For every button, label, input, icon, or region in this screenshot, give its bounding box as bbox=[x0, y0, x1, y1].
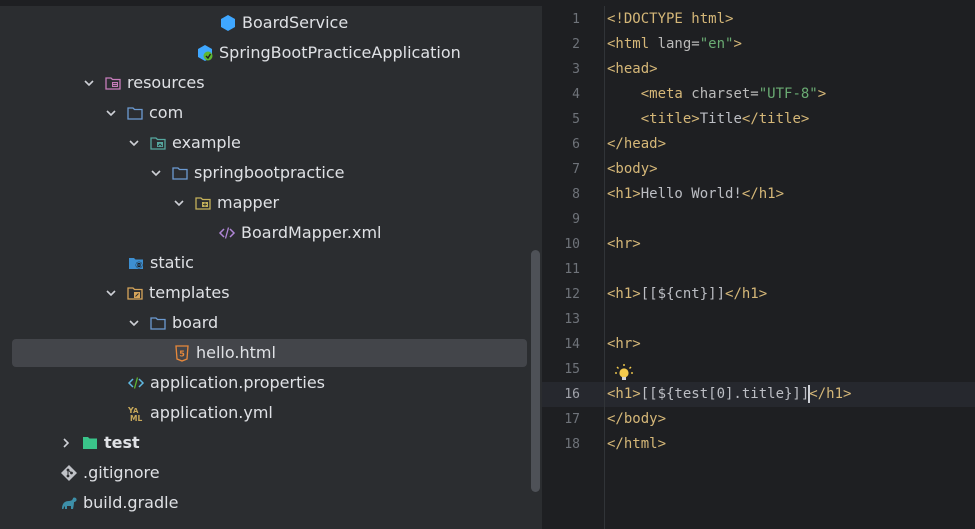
line-number: 8 bbox=[572, 187, 580, 202]
line-number-current: 16 bbox=[564, 387, 580, 402]
properties-file-icon bbox=[127, 374, 145, 392]
code-line-14[interactable]: <hr> bbox=[607, 332, 975, 357]
spring-service-icon bbox=[219, 14, 237, 32]
line-number: 10 bbox=[564, 237, 580, 252]
line-number: 9 bbox=[572, 212, 580, 227]
line-number: 14 bbox=[564, 337, 580, 352]
line-number: 5 bbox=[572, 112, 580, 127]
tree-item-spring-boot-app[interactable]: SpringBootPracticeApplication bbox=[0, 38, 530, 68]
tree-item-static[interactable]: static bbox=[0, 248, 530, 278]
tree-item-application-properties[interactable]: application.properties bbox=[0, 368, 530, 398]
tree-item-gitignore[interactable]: .gitignore bbox=[0, 458, 530, 488]
code-line-2[interactable]: <html lang="en"> bbox=[607, 32, 975, 57]
chevron-down-icon[interactable] bbox=[127, 316, 141, 330]
tree-item-springbootpractice[interactable]: springbootpractice bbox=[0, 158, 530, 188]
line-number: 6 bbox=[572, 137, 580, 152]
tree-item-build-gradle[interactable]: build.gradle bbox=[0, 488, 530, 518]
line-number: 12 bbox=[564, 287, 580, 302]
code-editor[interactable]: 1 2 3 4 5 6 7 8 9 10 11 12 13 14 15 16 1… bbox=[542, 6, 975, 529]
code-line-4[interactable]: <meta charset="UTF-8"> bbox=[607, 82, 975, 107]
line-number: 17 bbox=[564, 412, 580, 427]
chevron-down-icon[interactable] bbox=[172, 196, 186, 210]
code-line-6[interactable]: </head> bbox=[607, 132, 975, 157]
line-number: 15 bbox=[564, 362, 580, 377]
tree-item-example[interactable]: example bbox=[0, 128, 530, 158]
web-folder-icon bbox=[127, 254, 145, 272]
line-number: 7 bbox=[572, 162, 580, 177]
folder-icon bbox=[171, 164, 189, 182]
code-line-3[interactable]: <head> bbox=[607, 57, 975, 82]
chevron-down-icon[interactable] bbox=[127, 136, 141, 150]
code-line-8[interactable]: <h1>Hello World!</h1> bbox=[607, 182, 975, 207]
line-number: 3 bbox=[572, 62, 580, 77]
line-number: 11 bbox=[564, 262, 580, 277]
mapper-folder-icon bbox=[194, 194, 212, 212]
templates-folder-icon bbox=[126, 284, 144, 302]
yaml-file-icon: Y A ML bbox=[127, 404, 145, 422]
tree-item-templates[interactable]: templates bbox=[0, 278, 530, 308]
test-folder-icon bbox=[81, 434, 99, 452]
gutter-separator bbox=[604, 6, 605, 529]
code-line-17[interactable]: </body> bbox=[607, 407, 975, 432]
tree-item-hello-html[interactable]: 5 hello.html bbox=[0, 338, 530, 368]
code-line-12[interactable]: <h1>[[${cnt}]]</h1> bbox=[607, 282, 975, 307]
tree-item-com[interactable]: com bbox=[0, 98, 530, 128]
tree-item-board-mapper-xml[interactable]: BoardMapper.xml bbox=[0, 218, 530, 248]
tree-item-test[interactable]: test bbox=[0, 428, 530, 458]
resources-folder-icon bbox=[104, 74, 122, 92]
project-tree: BoardService SpringBootPracticeApplicati… bbox=[0, 6, 530, 529]
code-line-5[interactable]: <title>Title</title> bbox=[607, 107, 975, 132]
tree-item-cutoff bbox=[60, 520, 120, 529]
package-folder-icon bbox=[126, 104, 144, 122]
folder-icon bbox=[149, 314, 167, 332]
tree-item-board-service[interactable]: BoardService bbox=[0, 8, 530, 38]
line-number: 4 bbox=[572, 87, 580, 102]
tree-item-application-yml[interactable]: Y A ML application.yml bbox=[0, 398, 530, 428]
code-line-1[interactable]: <!DOCTYPE html> bbox=[607, 7, 975, 32]
svg-text:ML: ML bbox=[130, 414, 142, 422]
line-number: 2 bbox=[572, 37, 580, 52]
html5-file-icon: 5 bbox=[173, 344, 191, 362]
line-number: 13 bbox=[564, 312, 580, 327]
line-number: 1 bbox=[572, 12, 580, 27]
xml-file-icon bbox=[218, 224, 236, 242]
chevron-down-icon[interactable] bbox=[104, 106, 118, 120]
code-line-10[interactable]: <hr> bbox=[607, 232, 975, 257]
code-line-7[interactable]: <body> bbox=[607, 157, 975, 182]
gradle-icon bbox=[60, 494, 78, 512]
package-folder-icon bbox=[149, 134, 167, 152]
git-icon bbox=[60, 464, 78, 482]
spring-boot-app-icon bbox=[196, 44, 214, 62]
code-line-16[interactable]: <h1>[[${test[0].title}]]</h1> bbox=[607, 382, 975, 407]
lightbulb-icon[interactable] bbox=[614, 363, 634, 383]
chevron-down-icon[interactable] bbox=[104, 286, 118, 300]
code-line-18[interactable]: </html> bbox=[607, 432, 975, 457]
tree-item-resources[interactable]: resources bbox=[0, 68, 530, 98]
line-number: 18 bbox=[564, 437, 580, 452]
tree-item-mapper[interactable]: mapper bbox=[0, 188, 530, 218]
chevron-down-icon[interactable] bbox=[149, 166, 163, 180]
chevron-right-icon[interactable] bbox=[59, 436, 73, 450]
tree-item-board[interactable]: board bbox=[0, 308, 530, 338]
chevron-down-icon[interactable] bbox=[82, 76, 96, 90]
svg-text:5: 5 bbox=[179, 350, 185, 359]
tree-scrollbar-thumb[interactable] bbox=[531, 250, 540, 492]
